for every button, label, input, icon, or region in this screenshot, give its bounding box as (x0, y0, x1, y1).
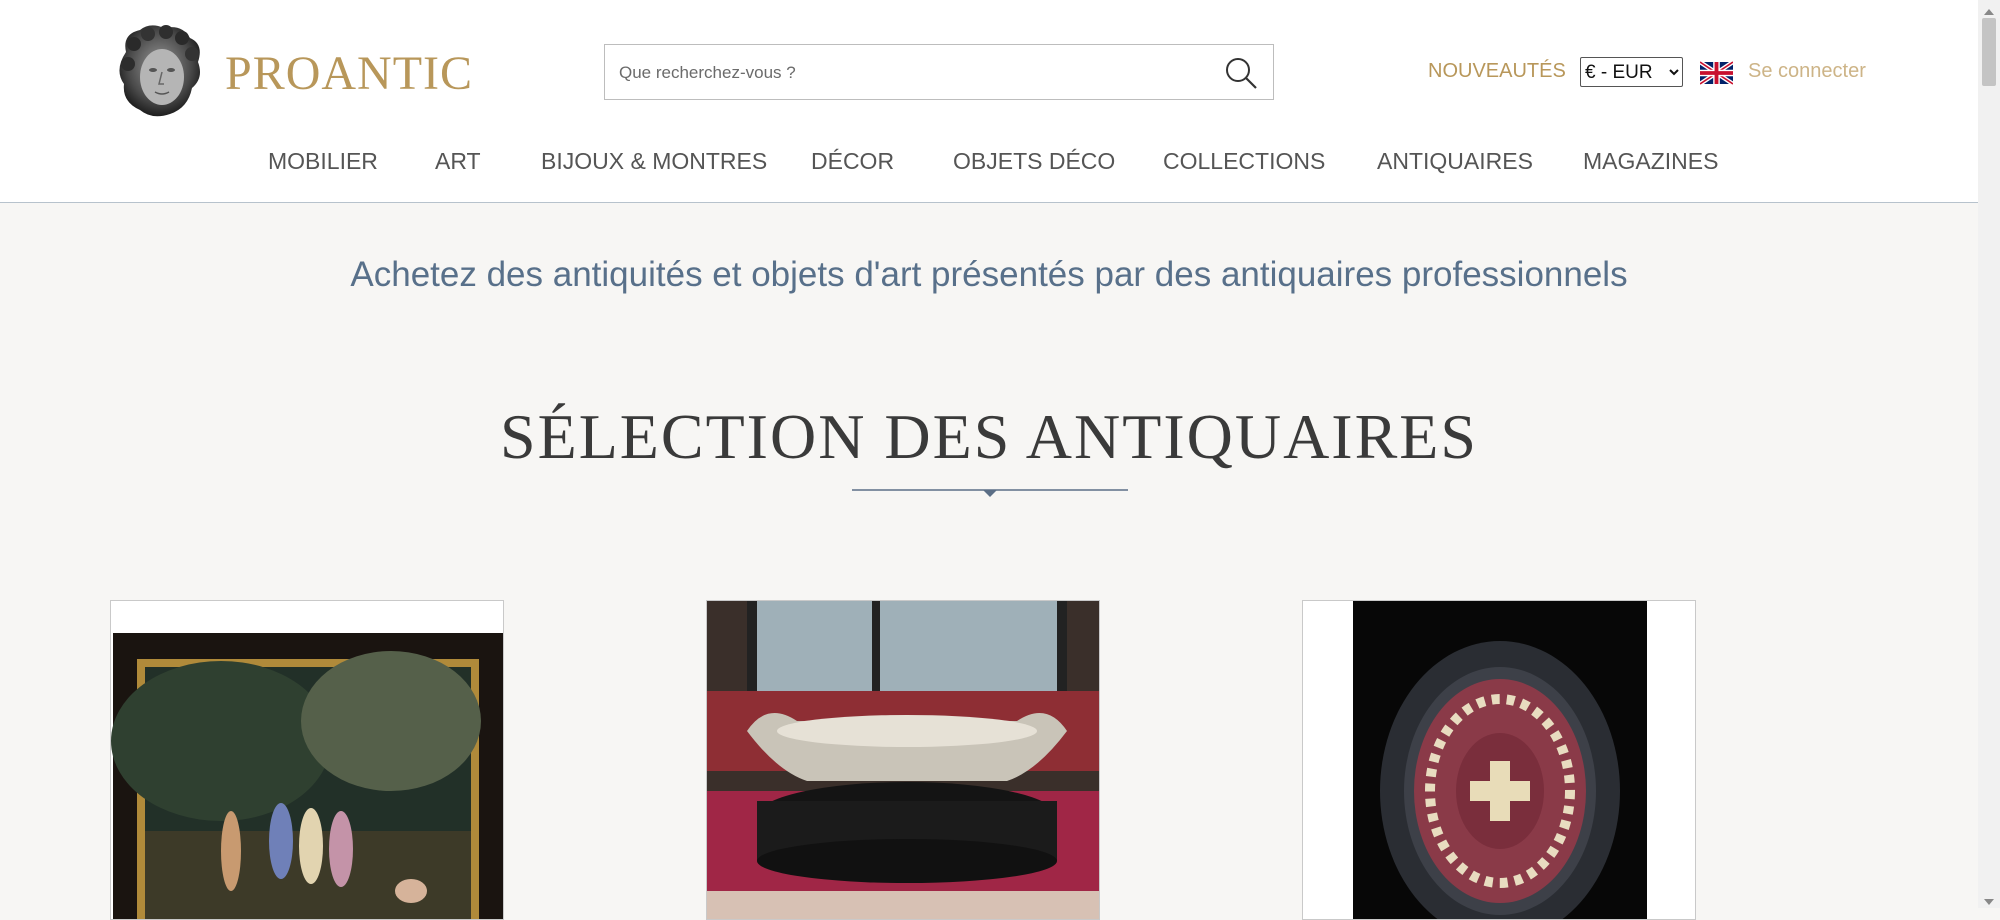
search-icon[interactable] (1223, 55, 1259, 91)
nav-item-bijoux-montres[interactable]: BIJOUX & MONTRES (541, 148, 767, 175)
new-arrivals-link[interactable]: NOUVEAUTÉS (1428, 60, 1566, 83)
section-title: SÉLECTION DES ANTIQUAIRES (500, 401, 1478, 472)
nav-item-art[interactable]: ART (435, 148, 481, 175)
uk-flag-icon[interactable] (1698, 60, 1735, 86)
scroll-up-arrow-icon[interactable] (1983, 4, 1995, 15)
scrollbar-thumb[interactable] (1982, 18, 1996, 86)
section-divider (852, 486, 1128, 500)
login-link[interactable]: Se connecter (1748, 60, 1866, 83)
search-input[interactable] (617, 59, 1201, 87)
logo-head-sculpture-icon[interactable] (112, 22, 208, 122)
product-card-jardiniere[interactable] (706, 600, 1100, 920)
reliquary-image (1303, 601, 1695, 919)
nav-item-antiquaires[interactable]: ANTIQUAIRES (1377, 148, 1533, 175)
nav-item-collections[interactable]: COLLECTIONS (1163, 148, 1325, 175)
nav-item-decor[interactable]: DÉCOR (811, 148, 894, 175)
main-nav: MOBILIER ART BIJOUX & MONTRES DÉCOR OBJE… (0, 148, 1978, 178)
brand-name[interactable]: PROANTIC (225, 46, 473, 101)
tagline: Achetez des antiquités et objets d'art p… (350, 255, 1628, 294)
currency-select[interactable]: € - EUR (1580, 57, 1683, 87)
site-header: PROANTIC NOUVEAUTÉS € - EUR Se connecter… (0, 0, 1978, 203)
product-card-reliquary[interactable] (1302, 600, 1696, 920)
scroll-down-arrow-icon[interactable] (1983, 894, 1995, 905)
jardiniere-image (707, 601, 1099, 919)
page-scrollbar[interactable] (1978, 0, 2000, 908)
nav-item-mobilier[interactable]: MOBILIER (268, 148, 378, 175)
nav-item-objets-deco[interactable]: OBJETS DÉCO (953, 148, 1115, 175)
painting-image (111, 601, 503, 919)
nav-item-magazines[interactable]: MAGAZINES (1583, 148, 1718, 175)
product-card-painting[interactable] (110, 600, 504, 920)
search-box (604, 44, 1274, 100)
